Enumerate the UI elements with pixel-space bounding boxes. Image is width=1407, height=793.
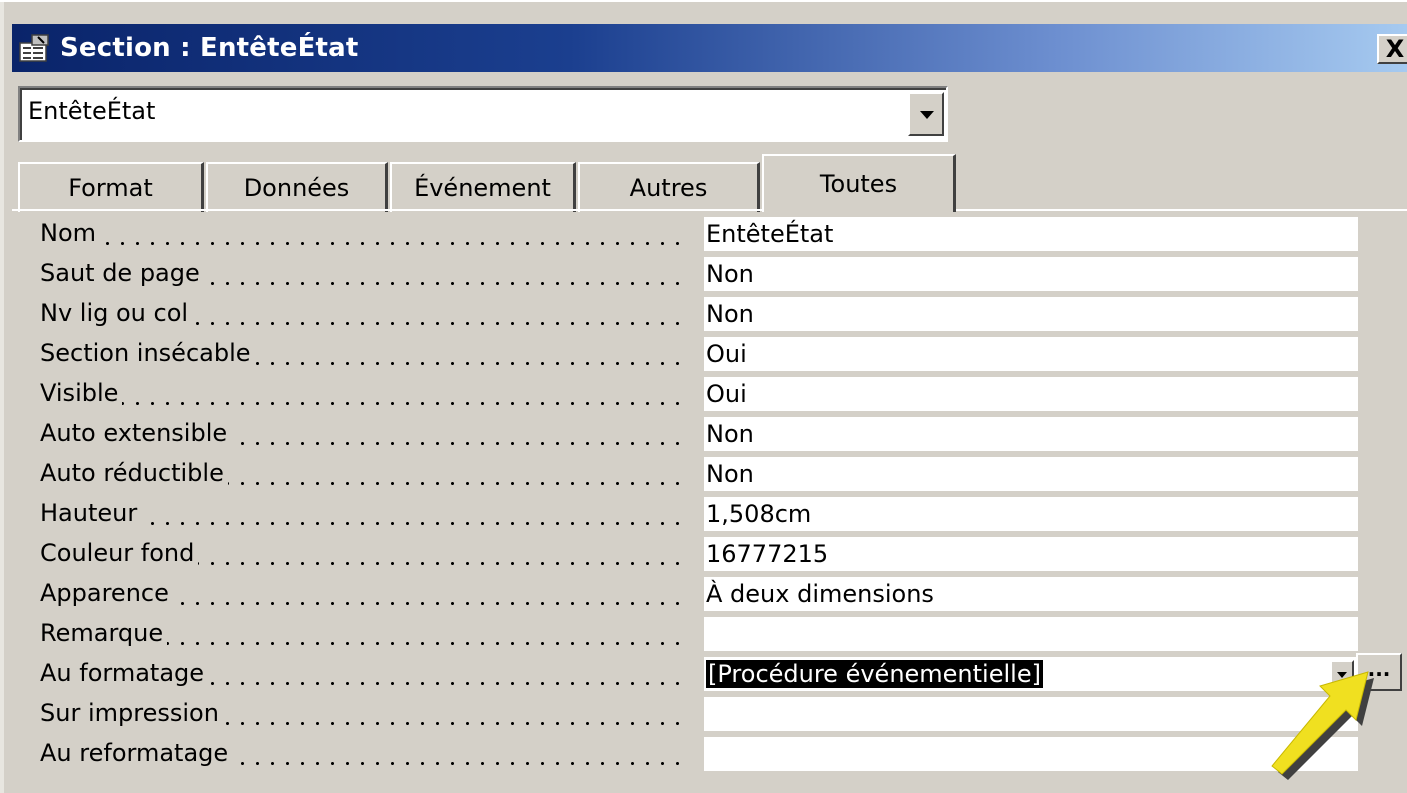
- selected-value-text: [Procédure événementielle]: [705, 659, 1044, 689]
- property-sheet-icon: [18, 33, 52, 63]
- property-value-field[interactable]: Non: [704, 457, 1358, 491]
- property-value-field[interactable]: [704, 737, 1358, 771]
- property-value-field[interactable]: Oui: [704, 377, 1358, 411]
- property-label: Couleur fond: [40, 539, 199, 567]
- property-row[interactable]: Section insécable Oui: [28, 335, 1368, 375]
- property-label: Hauteur: [40, 499, 142, 527]
- property-row[interactable]: Hauteur 1,508cm: [28, 495, 1368, 535]
- property-value-field[interactable]: Non: [704, 257, 1358, 291]
- property-label: Nv lig ou col: [40, 299, 193, 327]
- property-value-field[interactable]: 1,508cm: [704, 497, 1358, 531]
- tab-donnees-label: Données: [243, 174, 350, 202]
- property-row[interactable]: Auto réductible Non: [28, 455, 1368, 495]
- property-row[interactable]: Sur impression: [28, 695, 1368, 735]
- build-button[interactable]: ...: [1356, 653, 1402, 691]
- property-value-field[interactable]: Non: [704, 417, 1358, 451]
- property-label: Nom: [40, 219, 101, 247]
- property-label: Sur impression: [40, 699, 223, 727]
- property-label: Auto réductible: [40, 459, 228, 487]
- property-row[interactable]: Couleur fond 16777215: [28, 535, 1368, 575]
- close-icon: X: [1385, 35, 1405, 63]
- property-label: Auto extensible: [40, 419, 232, 447]
- property-row[interactable]: Nv lig ou col Non: [28, 295, 1368, 335]
- window-title: Section : EntêteÉtat: [60, 33, 359, 63]
- property-value-field[interactable]: Non: [704, 297, 1358, 331]
- property-tabs: Format Données Événement Autres Toutes: [18, 152, 978, 212]
- property-label: Apparence: [40, 579, 173, 607]
- property-row[interactable]: Nom EntêteÉtat: [28, 215, 1368, 255]
- property-sheet-window: Section : EntêteÉtat X EntêteÉtat Format…: [0, 0, 1407, 793]
- tab-autres[interactable]: Autres: [578, 162, 760, 212]
- tab-evenement-label: Événement: [414, 174, 551, 202]
- property-row[interactable]: Visible Oui: [28, 375, 1368, 415]
- chevron-down-icon[interactable]: [908, 92, 944, 136]
- tab-format[interactable]: Format: [18, 162, 204, 212]
- property-row[interactable]: Au reformatage: [28, 735, 1368, 775]
- title-bar[interactable]: Section : EntêteÉtat X: [12, 24, 1407, 72]
- chevron-down-icon[interactable]: [1330, 660, 1354, 688]
- property-label: Saut de page: [40, 259, 204, 287]
- property-label: Au formatage: [40, 659, 209, 687]
- property-value-field[interactable]: 16777215: [704, 537, 1358, 571]
- property-row[interactable]: Remarque: [28, 615, 1368, 655]
- object-selector-combo[interactable]: EntêteÉtat: [18, 86, 948, 142]
- property-row[interactable]: Auto extensible Non: [28, 415, 1368, 455]
- tab-autres-label: Autres: [629, 174, 708, 202]
- property-row-selected[interactable]: Au formatage [Procédure événementielle] …: [28, 653, 1402, 695]
- close-button[interactable]: X: [1377, 34, 1407, 64]
- tab-format-label: Format: [68, 174, 153, 202]
- property-value-field[interactable]: Oui: [704, 337, 1358, 371]
- tab-toutes[interactable]: Toutes: [762, 154, 956, 212]
- property-value-field[interactable]: [704, 697, 1358, 731]
- property-label: Section insécable: [40, 339, 255, 367]
- property-value-field[interactable]: EntêteÉtat: [704, 217, 1358, 251]
- property-grid: Nom EntêteÉtat Saut de page Non Nv lig o…: [28, 215, 1402, 775]
- property-label: Visible: [40, 379, 123, 407]
- property-label: Remarque: [40, 619, 168, 647]
- object-selector-value: EntêteÉtat: [28, 97, 156, 125]
- tab-toutes-label: Toutes: [819, 170, 898, 198]
- tab-donnees[interactable]: Données: [206, 162, 388, 212]
- window-edge: [0, 2, 4, 793]
- property-label: Au reformatage: [40, 739, 233, 767]
- property-row[interactable]: Saut de page Non: [28, 255, 1368, 295]
- property-value-field[interactable]: [704, 617, 1358, 651]
- property-value-field[interactable]: À deux dimensions: [704, 577, 1358, 611]
- tab-evenement[interactable]: Événement: [390, 162, 576, 212]
- property-row[interactable]: Apparence À deux dimensions: [28, 575, 1368, 615]
- property-value-field-selected[interactable]: [Procédure événementielle]: [704, 657, 1358, 691]
- ellipsis-icon: ...: [1367, 657, 1391, 681]
